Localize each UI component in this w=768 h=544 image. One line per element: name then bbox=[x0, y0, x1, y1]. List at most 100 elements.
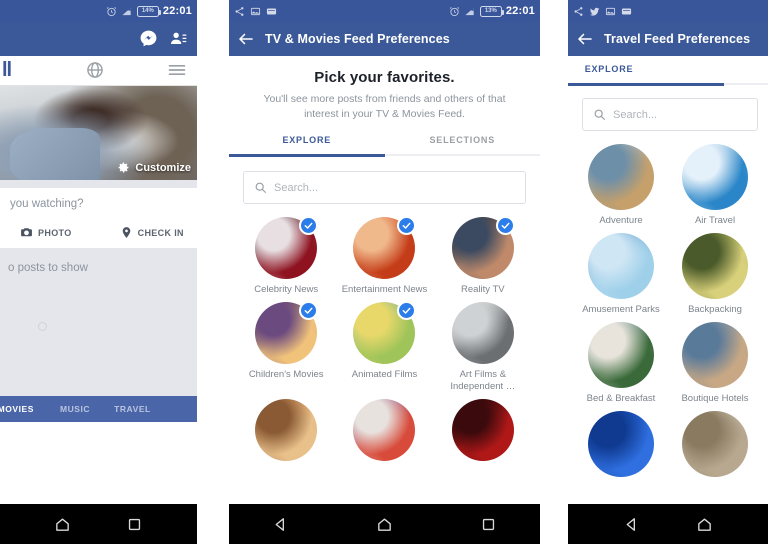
interest-thumbnail bbox=[353, 399, 416, 462]
check-icon[interactable] bbox=[397, 301, 417, 321]
tab-underline-track bbox=[229, 154, 540, 157]
alarm-icon bbox=[449, 6, 460, 17]
camera-icon bbox=[20, 226, 33, 239]
preferences-app-bar: Travel Feed Preferences bbox=[568, 22, 768, 56]
interest-thumbnail bbox=[682, 232, 748, 299]
customize-button[interactable]: Customize bbox=[117, 161, 191, 175]
empty-feed-area: o posts to show bbox=[0, 248, 197, 396]
home-icon[interactable] bbox=[54, 516, 71, 533]
interest-tile[interactable]: Adventure bbox=[578, 144, 664, 227]
interest-tile[interactable]: Amusement Parks bbox=[578, 232, 664, 316]
back-arrow-icon[interactable] bbox=[576, 30, 594, 48]
back-icon[interactable] bbox=[623, 516, 640, 533]
feed-tab-tv-movies[interactable]: & MOVIES bbox=[0, 404, 34, 414]
back-arrow-icon[interactable] bbox=[237, 30, 255, 48]
interest-tile-label: Boutique Hotels bbox=[681, 392, 749, 404]
composer-photo-button[interactable]: PHOTO bbox=[20, 226, 72, 239]
home-icon[interactable] bbox=[696, 516, 713, 533]
status-composer[interactable]: you watching? PHOTO CHECK IN bbox=[0, 188, 197, 248]
clock-time: 22:01 bbox=[162, 5, 192, 17]
interest-tile[interactable]: Backpacking bbox=[672, 232, 758, 316]
feed-tab-travel[interactable]: TRAVEL bbox=[114, 404, 151, 414]
search-input[interactable]: Search... bbox=[243, 171, 526, 205]
interest-tile[interactable]: Celebrity News bbox=[239, 216, 333, 296]
interest-tile-label: Reality TV bbox=[461, 284, 505, 296]
signal-icon bbox=[464, 6, 476, 17]
interest-tile[interactable]: Air Travel bbox=[672, 144, 758, 227]
interest-tile-image-wrap bbox=[353, 216, 417, 280]
interest-tile-image-wrap bbox=[588, 144, 654, 210]
interest-tile[interactable] bbox=[239, 399, 333, 462]
interest-tile[interactable] bbox=[672, 410, 758, 477]
tab-explore[interactable]: EXPLORE bbox=[568, 64, 650, 83]
interest-tile[interactable]: Bed & Breakfast bbox=[578, 321, 664, 405]
interest-tile[interactable] bbox=[436, 399, 530, 462]
interest-tile-grid: Celebrity News Entertainment News Reality … bbox=[229, 204, 540, 462]
interest-tile[interactable]: Art Films & Independent … bbox=[436, 302, 530, 393]
email-icon bbox=[621, 6, 632, 17]
preference-tabs: EXPLORE SELECTIONS bbox=[229, 135, 540, 154]
interest-tile-label: Children's Movies bbox=[248, 369, 324, 381]
facebook-sub-bar: ll bbox=[0, 56, 197, 86]
image-icon bbox=[605, 6, 616, 17]
share-icon bbox=[234, 6, 245, 17]
friend-requests-icon[interactable] bbox=[169, 29, 189, 49]
interest-tile[interactable]: Animated Films bbox=[337, 301, 431, 393]
twitter-icon bbox=[589, 6, 600, 17]
interest-tile-image-wrap bbox=[588, 410, 654, 477]
feed-category-tabs: & MOVIES MUSIC TRAVEL bbox=[0, 396, 197, 422]
messenger-icon[interactable] bbox=[139, 29, 159, 49]
status-bar-middle: 13% 22:01 bbox=[229, 0, 540, 22]
composer-checkin-button[interactable]: CHECK IN bbox=[120, 226, 184, 239]
search-input[interactable]: Search... bbox=[582, 98, 758, 131]
tab-explore[interactable]: EXPLORE bbox=[229, 135, 385, 154]
tab-active-underline bbox=[229, 154, 385, 157]
recents-icon[interactable] bbox=[480, 516, 497, 533]
globe-icon[interactable] bbox=[85, 60, 107, 82]
headline: Pick your favorites. bbox=[314, 69, 455, 86]
facebook-app-bar bbox=[0, 22, 197, 56]
interest-tile-image-wrap bbox=[682, 410, 748, 477]
preference-tabs: EXPLORE bbox=[568, 64, 768, 83]
check-icon[interactable] bbox=[397, 216, 417, 236]
search-placeholder: Search... bbox=[274, 181, 319, 194]
interest-tile-image-wrap bbox=[451, 399, 514, 462]
back-icon[interactable] bbox=[272, 516, 289, 533]
interest-tile-label: Adventure bbox=[599, 215, 643, 226]
recents-icon[interactable] bbox=[126, 516, 143, 533]
tab-underline-track bbox=[568, 83, 768, 86]
interest-thumbnail bbox=[451, 399, 514, 462]
interest-thumbnail bbox=[682, 410, 748, 477]
subheadline: You'll see more posts from friends and o… bbox=[263, 93, 506, 121]
interest-thumbnail bbox=[588, 321, 654, 388]
check-icon[interactable] bbox=[495, 216, 515, 236]
tab-selections[interactable]: SELECTIONS bbox=[385, 135, 541, 154]
composer-photo-label: PHOTO bbox=[38, 227, 72, 238]
interest-tile[interactable]: Entertainment News bbox=[337, 216, 431, 296]
composer-checkin-label: CHECK IN bbox=[137, 227, 184, 238]
interest-tile[interactable] bbox=[337, 399, 431, 462]
hamburger-menu-icon[interactable] bbox=[167, 60, 189, 82]
android-nav-bar-left bbox=[0, 504, 197, 544]
page-title: Travel Feed Preferences bbox=[604, 32, 751, 46]
check-icon[interactable] bbox=[299, 301, 319, 321]
interest-tile[interactable]: Children's Movies bbox=[239, 301, 333, 393]
interest-tile[interactable]: Reality TV bbox=[436, 216, 530, 296]
preferences-app-bar: TV & Movies Feed Preferences bbox=[229, 22, 540, 56]
android-nav-bar-middle bbox=[229, 504, 540, 544]
search-icon bbox=[254, 181, 267, 194]
feed-hero-image: Customize bbox=[0, 86, 197, 180]
interest-tile[interactable]: Boutique Hotels bbox=[672, 321, 758, 405]
check-icon[interactable] bbox=[299, 216, 319, 236]
interest-tile-image-wrap bbox=[682, 232, 748, 299]
interest-thumbnail bbox=[255, 399, 318, 462]
interest-tile-image-wrap bbox=[451, 302, 514, 365]
interest-tile[interactable] bbox=[578, 410, 664, 477]
interest-tile-image-wrap bbox=[255, 399, 318, 462]
interest-tile-image-wrap bbox=[451, 216, 515, 280]
interest-tile-label: Art Films & Independent … bbox=[450, 369, 516, 393]
feed-tab-music[interactable]: MUSIC bbox=[60, 404, 90, 414]
home-icon[interactable] bbox=[376, 516, 393, 533]
interest-tile-grid: Adventure Air Travel Amusement Parks Backpa… bbox=[568, 131, 768, 477]
clock-time: 22:01 bbox=[505, 5, 535, 17]
